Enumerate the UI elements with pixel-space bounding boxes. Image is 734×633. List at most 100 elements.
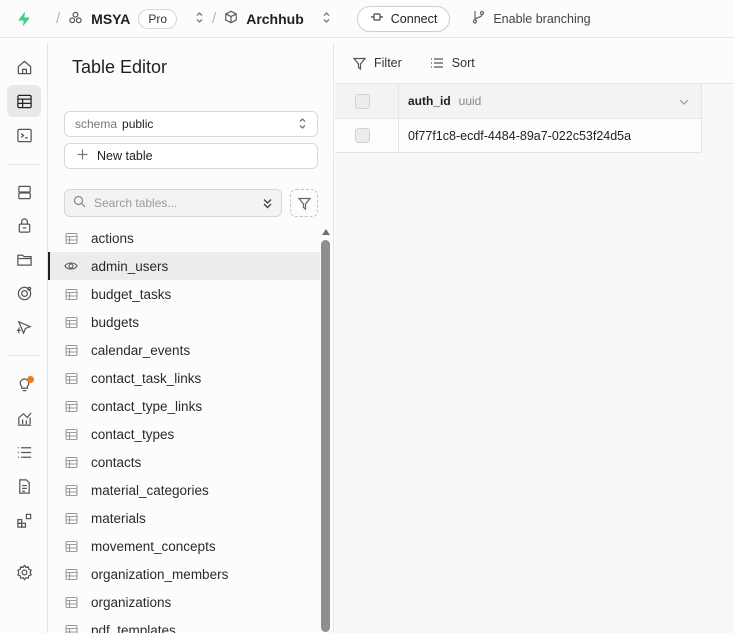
table-icon <box>64 455 78 469</box>
rail-divider <box>8 164 40 165</box>
table-list-item[interactable]: pdf_templates <box>48 616 320 633</box>
table-list-item[interactable]: contact_task_links <box>48 364 320 392</box>
breadcrumb-separator: / <box>212 10 217 27</box>
table-list-item[interactable]: organization_members <box>48 560 320 588</box>
filter-icon <box>297 197 311 210</box>
table-row: 0f77f1c8-ecdf-4484-89a7-022c53f24d5a <box>335 119 702 153</box>
table-icon <box>64 511 78 525</box>
table-list-item[interactable]: budget_tasks <box>48 280 320 308</box>
table-list-item-label: budgets <box>91 314 140 330</box>
connect-button[interactable]: Connect <box>356 5 451 32</box>
table-list-item-label: organizations <box>91 594 172 610</box>
advisors-icon[interactable] <box>7 368 41 400</box>
filter-button[interactable]: Filter <box>353 56 402 70</box>
table-list-item-label: contacts <box>91 454 142 470</box>
table-icon <box>64 595 78 609</box>
table-list-item[interactable]: actions <box>48 224 320 252</box>
table-icon <box>64 231 78 245</box>
plug-icon <box>370 11 384 26</box>
new-table-button[interactable]: New table <box>64 143 318 169</box>
row-checkbox[interactable] <box>355 128 370 143</box>
table-list-item-label: material_categories <box>91 482 209 498</box>
org-chevron-updown-icon[interactable] <box>195 11 204 27</box>
org-icon <box>68 10 83 28</box>
table-list-item[interactable]: materials <box>48 504 320 532</box>
supabase-logo-icon[interactable] <box>0 10 48 28</box>
sort-button[interactable]: Sort <box>430 56 475 70</box>
table-icon <box>64 371 78 385</box>
table-list-item-label: calendar_events <box>91 342 191 358</box>
select-all-checkbox[interactable] <box>355 93 370 109</box>
org-switcher[interactable]: MSYA Pro <box>68 8 204 29</box>
new-table-label: New table <box>97 149 153 163</box>
scrollbar-thumb[interactable] <box>321 240 330 632</box>
grid-toolbar: Filter Sort <box>335 43 734 84</box>
database-icon[interactable] <box>7 176 41 208</box>
storage-icon[interactable] <box>7 243 41 275</box>
column-type: uuid <box>458 94 482 108</box>
table-list-item[interactable]: calendar_events <box>48 336 320 364</box>
column-header-auth-id[interactable]: auth_id uuid <box>399 84 702 119</box>
auth-id-cell[interactable]: 0f77f1c8-ecdf-4484-89a7-022c53f24d5a <box>399 119 702 153</box>
table-list-item[interactable]: admin_users <box>48 252 320 280</box>
table-icon <box>64 287 78 301</box>
data-grid: auth_id uuid 0f77f1c8-ecdf-4484-89a7-022… <box>335 84 702 153</box>
sort-icon <box>430 58 443 68</box>
schema-selector[interactable]: schema public <box>64 111 318 137</box>
search-tables-box[interactable] <box>64 189 282 217</box>
table-list-item[interactable]: contact_type_links <box>48 392 320 420</box>
grid-panel: Filter Sort auth_id uuid 0f77f1c8-ecdf-4 <box>335 43 734 633</box>
header-row: auth_id uuid <box>335 84 702 119</box>
branching-label: Enable branching <box>493 11 591 26</box>
table-list-item[interactable]: contact_types <box>48 420 320 448</box>
filter-icon <box>353 57 366 70</box>
settings-icon[interactable] <box>7 556 41 588</box>
table-list-item-label: budget_tasks <box>91 286 172 302</box>
table-list-item-label: pdf_templates <box>91 622 176 633</box>
table-list-item[interactable]: material_categories <box>48 476 320 504</box>
table-list-item-label: actions <box>91 230 134 246</box>
chevrons-down-icon[interactable] <box>262 197 273 210</box>
table-editor-icon[interactable] <box>7 85 41 117</box>
project-switcher[interactable]: Archhub <box>224 10 331 27</box>
rail-divider <box>8 355 40 356</box>
table-icon <box>64 343 78 357</box>
home-icon[interactable] <box>7 51 41 83</box>
table-icon <box>64 567 78 581</box>
git-branch-icon <box>472 10 485 27</box>
table-list-item-label: movement_concepts <box>91 538 216 554</box>
plan-badge: Pro <box>138 8 178 29</box>
table-list-item[interactable]: organizations <box>48 588 320 616</box>
sql-editor-icon[interactable] <box>7 119 41 151</box>
table-list-item[interactable]: movement_concepts <box>48 532 320 560</box>
table-list-item[interactable]: budgets <box>48 308 320 336</box>
left-nav-rail <box>0 43 48 633</box>
integrations-icon[interactable] <box>7 504 41 536</box>
filter-label: Filter <box>374 56 402 70</box>
search-tables-input[interactable] <box>94 196 254 210</box>
table-list: actions admin_users budget_tasksbudgets cal… <box>48 224 320 633</box>
chevron-down-icon[interactable] <box>679 94 689 108</box>
table-editor-panel: Table Editor schema public New table act… <box>48 43 334 633</box>
reports-icon[interactable] <box>7 402 41 434</box>
table-list-item-label: contact_task_links <box>91 370 202 386</box>
table-list-item-label: contact_type_links <box>91 398 203 414</box>
project-chevron-updown-icon[interactable] <box>322 11 331 27</box>
api-docs-icon[interactable] <box>7 470 41 502</box>
auth-icon[interactable] <box>7 209 41 241</box>
connect-label: Connect <box>390 11 438 26</box>
notification-dot <box>27 376 34 383</box>
table-list-item[interactable]: contacts <box>48 448 320 476</box>
realtime-icon[interactable] <box>7 311 41 343</box>
plus-icon <box>77 149 88 163</box>
edge-functions-icon[interactable] <box>7 277 41 309</box>
scroll-up-icon[interactable] <box>321 229 330 235</box>
logs-icon[interactable] <box>7 436 41 468</box>
enable-branching-button[interactable]: Enable branching <box>472 10 591 27</box>
table-list-scrollbar[interactable] <box>321 229 330 633</box>
filter-tables-button[interactable] <box>290 189 318 217</box>
table-icon <box>64 315 78 329</box>
schema-value: public <box>122 117 154 131</box>
table-icon <box>64 427 78 441</box>
table-list-item-label: organization_members <box>91 566 229 582</box>
